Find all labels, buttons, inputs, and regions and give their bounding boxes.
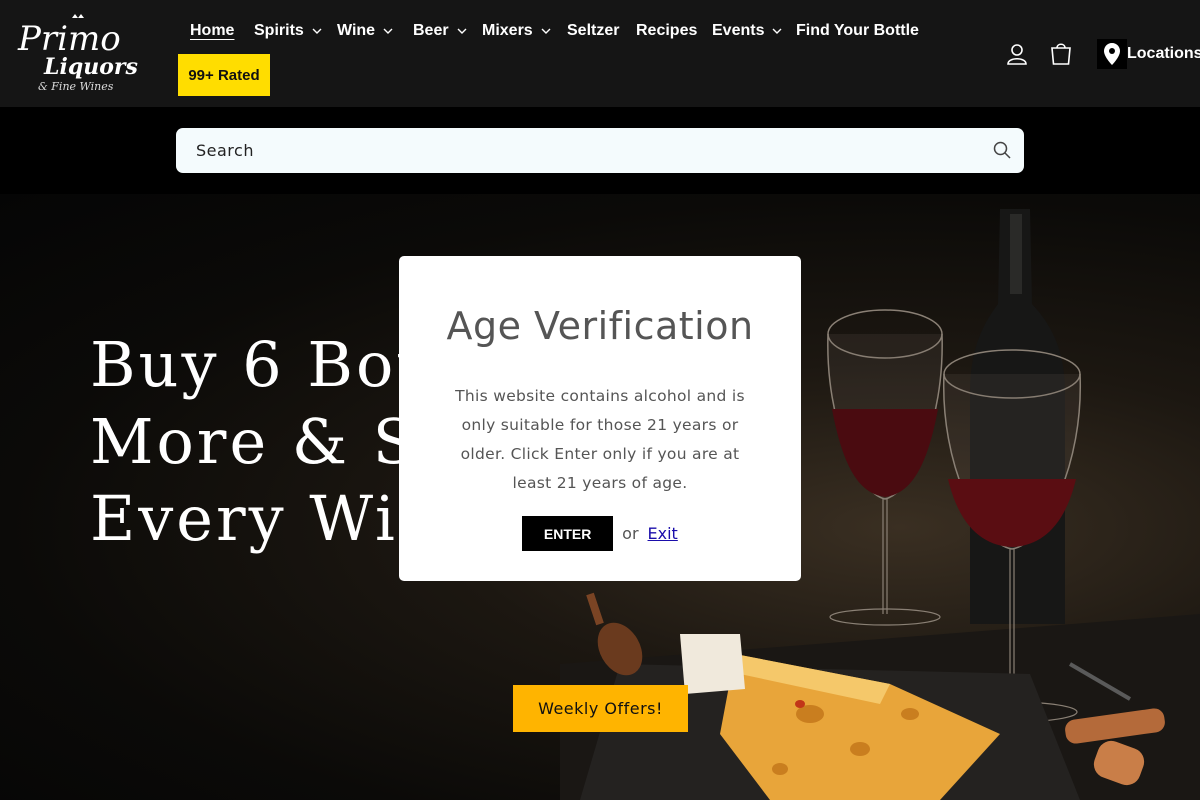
locations-link[interactable]: Locations [1097,39,1200,69]
nav-label: Events [712,22,765,39]
nav-item-mixers[interactable]: Mixers [482,22,552,40]
nav-item-events[interactable]: Events [712,22,783,40]
nav-label: Find Your Bottle [796,22,919,39]
rated-99-button[interactable]: 99+ Rated [178,54,270,96]
enter-button[interactable]: ENTER [522,516,614,551]
nav-item-home[interactable]: Home [190,22,234,40]
nav-item-find-your-bottle[interactable]: Find Your Bottle [796,22,919,40]
nav-label: Home [190,22,235,39]
nav-label: Seltzer [567,22,620,39]
exit-link[interactable]: Exit [648,524,678,543]
nav-item-wine[interactable]: Wine [337,22,394,40]
weekly-offers-button[interactable]: Weekly Offers! [513,685,688,732]
map-pin-icon [1097,39,1127,69]
search-box [176,128,1024,173]
nav-item-recipes[interactable]: Recipes [636,22,697,40]
nav-item-beer[interactable]: Beer [413,22,468,40]
chevron-down-icon [383,28,393,34]
nav-label: Mixers [482,22,533,39]
primo-liquors-logo[interactable]: Primo Liquors & Fine Wines [14,12,138,94]
nav-label: Beer [413,22,449,39]
cart-icon[interactable] [1047,40,1075,68]
modal-body-text: This website contains alcohol and is onl… [455,387,745,492]
nav-label: Recipes [636,22,698,39]
age-verification-modal: Age Verification This website contains a… [399,256,801,581]
site-header: Primo Liquors & Fine Wines Home Spirits … [0,0,1200,107]
chevron-down-icon [312,28,322,34]
crown-mark [72,14,84,18]
modal-title: Age Verification [446,304,754,348]
locations-label: Locations [1127,45,1200,62]
chevron-down-icon [457,28,467,34]
logo-primo: Primo [17,19,121,59]
search-band [0,107,1200,194]
search-icon[interactable] [992,140,1012,160]
main-nav: Home Spirits Wine Beer Mixers Seltzer Re… [178,12,919,102]
search-input[interactable] [176,128,976,173]
chevron-down-icon [541,28,551,34]
chevron-down-icon [772,28,782,34]
account-icon[interactable] [1003,40,1031,68]
nav-item-spirits[interactable]: Spirits [254,22,323,40]
logo-fine-wines: & Fine Wines [38,80,114,93]
or-separator: or [622,524,639,543]
nav-item-seltzer[interactable]: Seltzer [567,22,619,40]
nav-label: Wine [337,22,376,39]
nav-label: Spirits [254,22,304,39]
logo-graphic: Primo Liquors & Fine Wines [17,14,138,93]
logo-liquors: Liquors [43,54,138,80]
modal-actions: ENTER or Exit [399,516,801,551]
